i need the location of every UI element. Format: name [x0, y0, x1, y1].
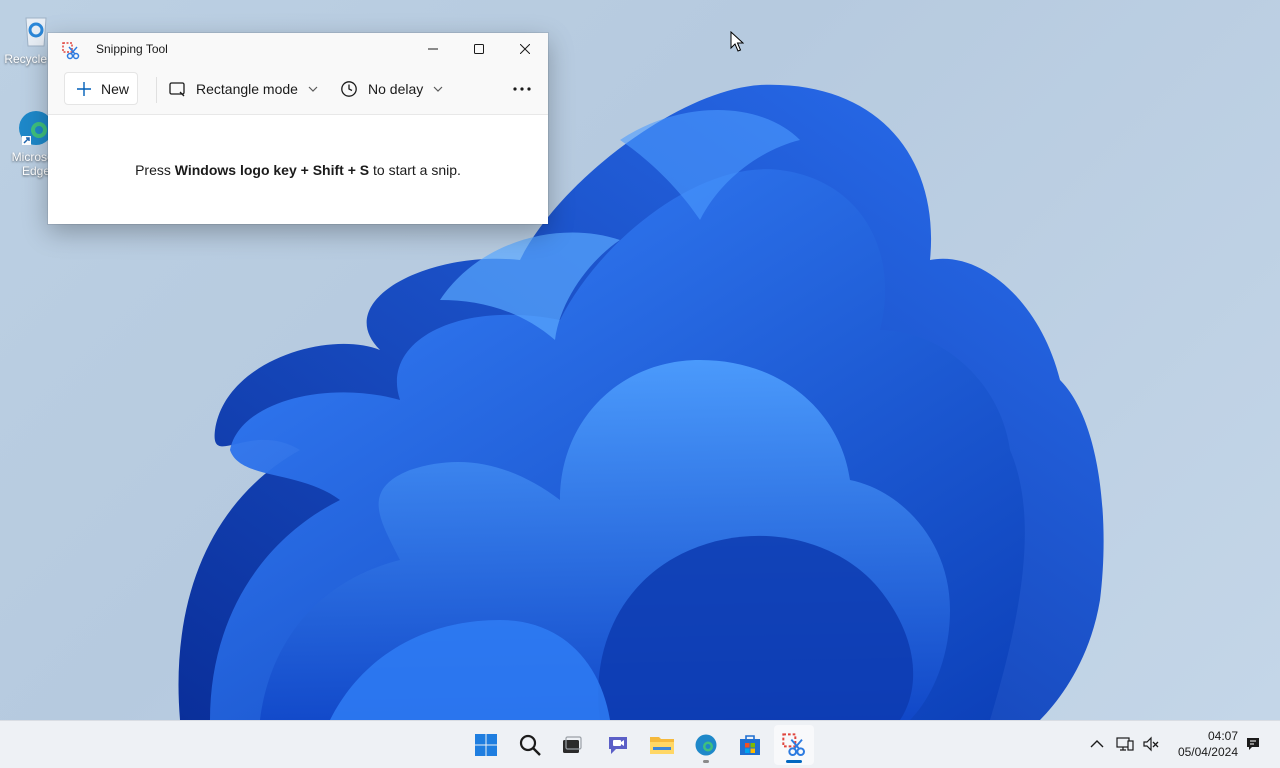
- taskbar-start-button[interactable]: [466, 725, 506, 765]
- taskbar: 04:07 05/04/2024: [0, 720, 1280, 768]
- taskbar-snipping-tool-button[interactable]: [774, 725, 814, 765]
- network-icon[interactable]: [1116, 735, 1134, 753]
- taskbar-clock[interactable]: 04:07 05/04/2024: [1168, 728, 1238, 760]
- snip-content-area: Press Windows logo key + Shift + S to st…: [48, 114, 548, 224]
- taskbar-task-view-button[interactable]: [552, 725, 592, 765]
- windows-start-icon: [475, 734, 497, 756]
- window-title: Snipping Tool: [96, 42, 168, 56]
- taskbar-store-button[interactable]: [730, 725, 770, 765]
- clock-time: 04:07: [1207, 729, 1238, 743]
- delay-dropdown[interactable]: No delay: [340, 72, 443, 105]
- maximize-icon: [474, 44, 484, 54]
- running-indicator: [703, 760, 709, 763]
- close-button[interactable]: [502, 33, 548, 65]
- clock-icon: [341, 80, 357, 97]
- snipping-tool-icon: [62, 42, 80, 60]
- notification-icon[interactable]: [1245, 736, 1261, 752]
- edge-icon: [695, 734, 717, 756]
- chevron-down-icon: [308, 86, 318, 92]
- mode-dropdown-label: Rectangle mode: [196, 80, 298, 97]
- taskbar-search-button[interactable]: [510, 725, 550, 765]
- snip-mode-dropdown[interactable]: Rectangle mode: [168, 72, 318, 105]
- folder-icon: [650, 737, 674, 754]
- chat-icon: [609, 737, 627, 754]
- chevron-down-icon: [433, 86, 443, 92]
- hint-suffix: to start a snip.: [369, 162, 461, 178]
- mouse-cursor-icon: [730, 31, 744, 52]
- toolbar-divider: [156, 77, 157, 103]
- taskbar-edge-button[interactable]: [686, 725, 726, 765]
- toolbar: New Rectangle mode No delay: [48, 67, 548, 113]
- taskbar-chat-button[interactable]: [598, 725, 638, 765]
- taskbar-file-explorer-button[interactable]: [642, 725, 682, 765]
- task-view-icon: [563, 736, 582, 753]
- search-icon: [519, 734, 541, 756]
- hint-prefix: Press: [135, 162, 175, 178]
- active-indicator: [786, 760, 802, 763]
- snipping-tool-window: Snipping Tool New Rectangle mode No dela…: [48, 33, 548, 224]
- close-icon: [520, 44, 530, 54]
- volume-muted-icon[interactable]: [1142, 735, 1160, 753]
- show-hidden-icons-chevron-icon[interactable]: [1088, 735, 1106, 753]
- shortcut-hint: Press Windows logo key + Shift + S to st…: [48, 162, 548, 178]
- plus-icon: [77, 81, 91, 96]
- minimize-icon: [428, 48, 438, 50]
- new-button-label: New: [101, 80, 130, 97]
- maximize-button[interactable]: [456, 33, 502, 65]
- title-bar[interactable]: Snipping Tool: [48, 33, 548, 67]
- store-icon: [740, 735, 760, 755]
- snipping-tool-icon: [782, 733, 805, 756]
- minimize-button[interactable]: [410, 33, 456, 65]
- more-options-button[interactable]: [506, 72, 538, 105]
- more-icon: [513, 86, 531, 91]
- delay-dropdown-label: No delay: [368, 80, 424, 97]
- new-snip-button[interactable]: New: [64, 72, 138, 105]
- hint-shortcut-keys: Windows logo key + Shift + S: [174, 162, 370, 178]
- rectangle-mode-icon: [169, 81, 185, 96]
- clock-date: 05/04/2024: [1177, 745, 1238, 759]
